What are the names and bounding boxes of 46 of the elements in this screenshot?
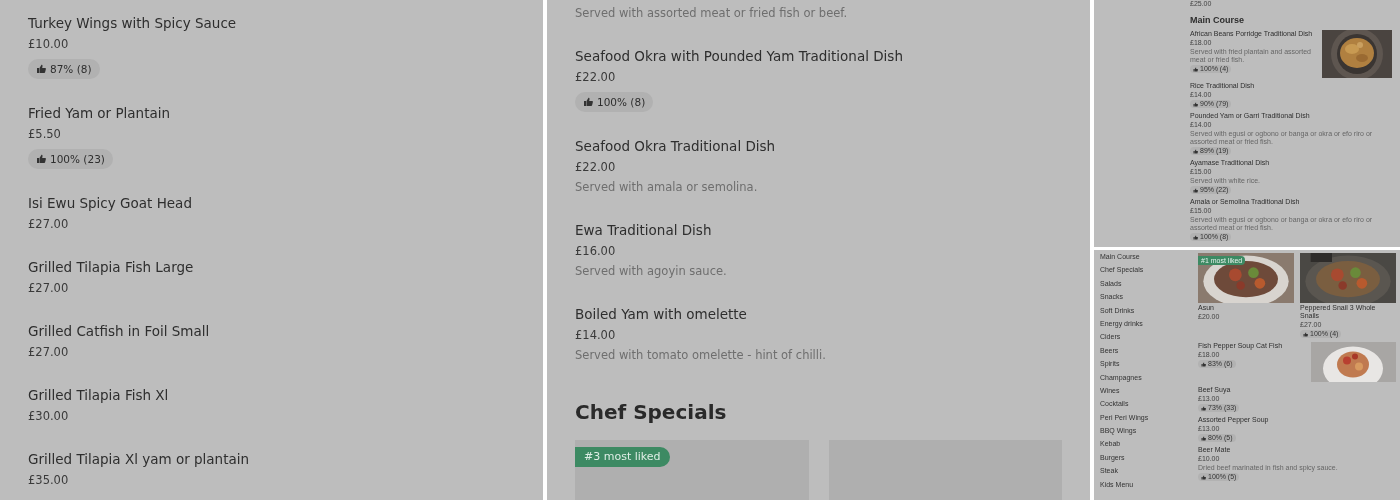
image-placeholder[interactable]: #3 most liked <box>575 440 809 500</box>
thumbs-up-icon <box>1201 405 1206 411</box>
thumbs-up-icon <box>1193 234 1198 240</box>
dish-price: £22.00 <box>575 159 616 176</box>
dish-price: £10.00 <box>28 36 69 53</box>
dish-name: Turkey Wings with Spicy Sauce <box>28 14 237 33</box>
dish-price: £14.00 <box>575 327 616 344</box>
dish-name: Fried Yam or Plantain <box>28 104 171 123</box>
dish-name: Grilled Tilapia Fish Xl <box>28 386 169 405</box>
dish-name: Grilled Tilapia Xl yam or plantain <box>28 450 250 469</box>
dish-name: Grilled Catfish in Foil Small <box>28 322 210 341</box>
dish-price: £16.00 <box>575 243 616 260</box>
thumbs-up-icon <box>1193 101 1198 107</box>
dish-name: Seafood Okra with Pounded Yam Traditional Dish <box>575 47 903 66</box>
dish-description: Served with assorted meat or fried fish or beef. <box>575 5 849 22</box>
thumbs-up-icon <box>36 64 46 74</box>
dish-price: £35.00 <box>28 472 69 489</box>
rating-badge: 100% (23) <box>28 149 113 169</box>
thumbs-up-icon <box>1303 331 1308 337</box>
thumbs-up-icon <box>1193 66 1198 72</box>
thumbs-up-icon <box>1193 187 1198 193</box>
thumbs-up-icon <box>1193 148 1198 154</box>
rating-badge: 100% (8) <box>575 92 654 112</box>
dish-name: Boiled Yam with omelette <box>575 305 747 324</box>
section-heading: Main Course <box>1190 15 1245 26</box>
dish-description: Served with tomato omelette - hint of chilli. <box>575 347 826 364</box>
thumbs-up-icon <box>1201 361 1206 367</box>
rating-badge: 87% (8) <box>28 59 100 79</box>
thumbs-up-icon <box>1201 435 1206 441</box>
most-liked-badge: #3 most liked <box>575 447 670 467</box>
dish-name: Grilled Tilapia Fish Large <box>28 258 194 277</box>
dish-price: £5.50 <box>28 126 61 143</box>
dish-name: Seafood Okra Traditional Dish <box>575 137 776 156</box>
thumbs-up-icon <box>1201 474 1206 480</box>
thumbs-up-icon <box>583 97 593 107</box>
dish-description: Served with amala or semolina. <box>575 179 758 196</box>
thumbs-up-icon <box>36 154 46 164</box>
dish-description: Served with agoyin sauce. <box>575 263 727 280</box>
dish-price: £22.00 <box>575 69 616 86</box>
section-heading: Chef Specials <box>575 399 728 426</box>
dish-price: £27.00 <box>28 216 69 233</box>
dish-price: £27.00 <box>28 344 69 361</box>
dish-price: £27.00 <box>28 280 69 297</box>
dish-price: £30.00 <box>28 408 69 425</box>
dish-name: Ewa Traditional Dish <box>575 221 712 240</box>
dish-name: Isi Ewu Spicy Goat Head <box>28 194 192 213</box>
